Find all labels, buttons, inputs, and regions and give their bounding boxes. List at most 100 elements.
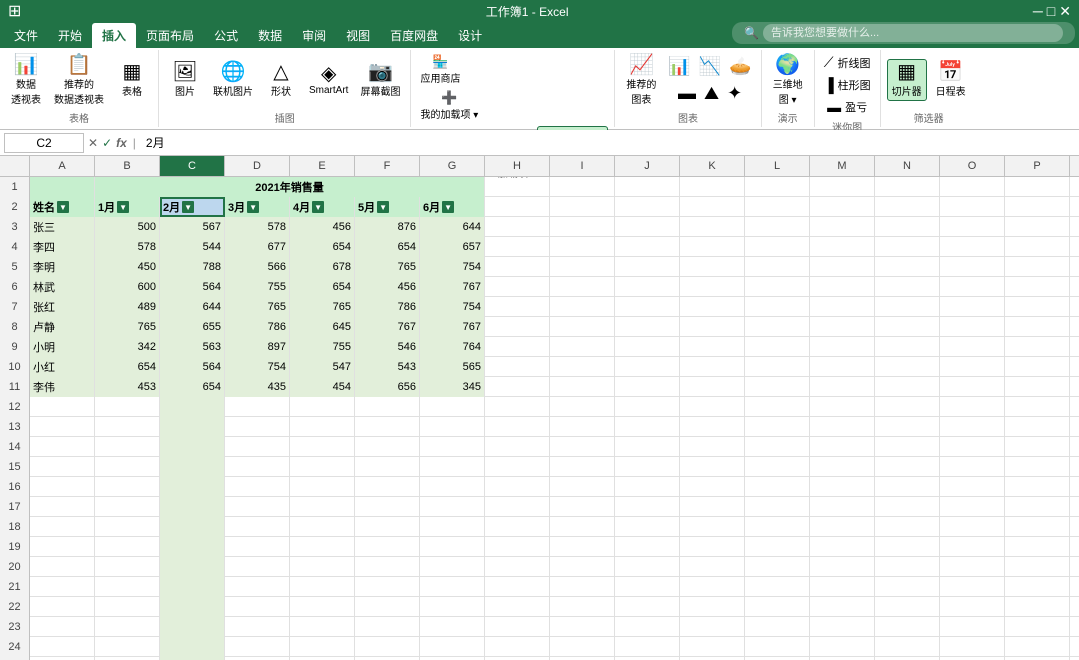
bar-chart-btn[interactable]: ▬ [675, 81, 699, 106]
cell-f11[interactable]: 656 [355, 377, 420, 397]
cell-b17[interactable] [95, 497, 160, 517]
cell-o1[interactable] [940, 177, 1005, 197]
cell-d22[interactable] [225, 597, 290, 617]
cell-k14[interactable] [680, 437, 745, 457]
cell-c21[interactable] [160, 577, 225, 597]
cell-c2[interactable]: 2月 ▼ [160, 197, 225, 217]
cell-i10[interactable] [550, 357, 615, 377]
cell-e13[interactable] [290, 417, 355, 437]
cell-h9[interactable] [485, 337, 550, 357]
cell-d5[interactable]: 566 [225, 257, 290, 277]
cell-h21[interactable] [485, 577, 550, 597]
cell-h16[interactable] [485, 477, 550, 497]
cell-n13[interactable] [875, 417, 940, 437]
cell-k6[interactable] [680, 277, 745, 297]
cell-g20[interactable] [420, 557, 485, 577]
cell-p2[interactable] [1005, 197, 1070, 217]
cell-l22[interactable] [745, 597, 810, 617]
cell-m23[interactable] [810, 617, 875, 637]
table-btn[interactable]: ▦ 表格 [112, 60, 152, 100]
cell-c23[interactable] [160, 617, 225, 637]
row-num-21[interactable]: 21 [0, 577, 30, 597]
cell-n24[interactable] [875, 637, 940, 657]
row-num-2[interactable]: 2 [0, 197, 30, 217]
cell-m20[interactable] [810, 557, 875, 577]
row-num-20[interactable]: 20 [0, 557, 30, 577]
col-header-b[interactable]: B [95, 156, 160, 176]
cell-p16[interactable] [1005, 477, 1070, 497]
cell-f6[interactable]: 456 [355, 277, 420, 297]
cell-e4[interactable]: 654 [290, 237, 355, 257]
cell-j3[interactable] [615, 217, 680, 237]
cell-f22[interactable] [355, 597, 420, 617]
cell-g9[interactable]: 764 [420, 337, 485, 357]
cell-g24[interactable] [420, 637, 485, 657]
cell-d7[interactable]: 765 [225, 297, 290, 317]
cell-l17[interactable] [745, 497, 810, 517]
cell-m16[interactable] [810, 477, 875, 497]
slicer-btn[interactable]: ▦ 切片器 [887, 59, 927, 101]
cell-n5[interactable] [875, 257, 940, 277]
tab-insert[interactable]: 插入 [92, 23, 136, 48]
cell-h13[interactable] [485, 417, 550, 437]
pie-chart-btn[interactable]: 🥧 [726, 54, 754, 79]
cell-b11[interactable]: 453 [95, 377, 160, 397]
cell-j23[interactable] [615, 617, 680, 637]
cell-f19[interactable] [355, 537, 420, 557]
cell-j8[interactable] [615, 317, 680, 337]
app-store-btn[interactable]: 🏪 应用商店 [417, 52, 463, 87]
recommend-pivot-btn[interactable]: 📋 推荐的数据透视表 [50, 53, 108, 108]
cell-f10[interactable]: 543 [355, 357, 420, 377]
cell-c8[interactable]: 655 [160, 317, 225, 337]
cell-o18[interactable] [940, 517, 1005, 537]
tab-design[interactable]: 设计 [448, 23, 492, 48]
cell-l19[interactable] [745, 537, 810, 557]
col-header-k[interactable]: K [680, 156, 745, 176]
cell-n1[interactable] [875, 177, 940, 197]
cell-k18[interactable] [680, 517, 745, 537]
cell-c16[interactable] [160, 477, 225, 497]
cell-i19[interactable] [550, 537, 615, 557]
cell-n10[interactable] [875, 357, 940, 377]
line-chart-btn[interactable]: 📉 [696, 54, 724, 79]
screenshot-btn[interactable]: 📷 屏幕截图 [356, 60, 404, 100]
online-picture-btn[interactable]: 🌐 联机图片 [209, 60, 257, 100]
cell-a6[interactable]: 林武 [30, 277, 95, 297]
search-input[interactable] [763, 24, 1063, 42]
cell-l15[interactable] [745, 457, 810, 477]
win-loss-btn[interactable]: ▬ 盈亏 [824, 97, 870, 117]
cell-g2[interactable]: 6月 ▼ [420, 197, 485, 217]
cell-m1[interactable] [810, 177, 875, 197]
cell-i20[interactable] [550, 557, 615, 577]
col-header-e[interactable]: E [290, 156, 355, 176]
confirm-formula-icon[interactable]: ✓ [102, 136, 112, 150]
cell-k1[interactable] [680, 177, 745, 197]
cell-d24[interactable] [225, 637, 290, 657]
cell-m17[interactable] [810, 497, 875, 517]
cell-n23[interactable] [875, 617, 940, 637]
cell-b10[interactable]: 654 [95, 357, 160, 377]
tab-view[interactable]: 视图 [336, 23, 380, 48]
cell-g15[interactable] [420, 457, 485, 477]
cell-e20[interactable] [290, 557, 355, 577]
cell-d20[interactable] [225, 557, 290, 577]
cell-b23[interactable] [95, 617, 160, 637]
cell-d3[interactable]: 578 [225, 217, 290, 237]
cell-g8[interactable]: 767 [420, 317, 485, 337]
line-sparkline-btn[interactable]: ⟋ 折线图 [821, 52, 874, 73]
cell-n20[interactable] [875, 557, 940, 577]
cell-a15[interactable] [30, 457, 95, 477]
cell-f7[interactable]: 786 [355, 297, 420, 317]
col-header-p[interactable]: P [1005, 156, 1070, 176]
cell-p1[interactable] [1005, 177, 1070, 197]
cell-k10[interactable] [680, 357, 745, 377]
cell-o20[interactable] [940, 557, 1005, 577]
col-header-g[interactable]: G [420, 156, 485, 176]
cell-j22[interactable] [615, 597, 680, 617]
cell-j13[interactable] [615, 417, 680, 437]
cell-n22[interactable] [875, 597, 940, 617]
row-num-23[interactable]: 23 [0, 617, 30, 637]
cell-j24[interactable] [615, 637, 680, 657]
cell-k20[interactable] [680, 557, 745, 577]
cell-c15[interactable] [160, 457, 225, 477]
